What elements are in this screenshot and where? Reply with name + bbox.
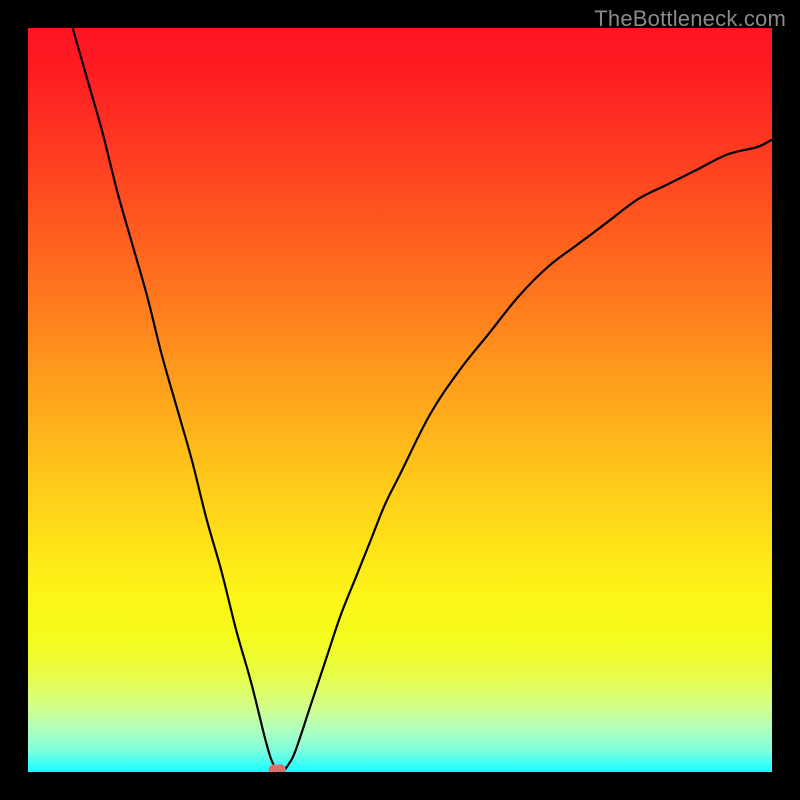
plot-area xyxy=(28,28,772,772)
watermark-text: TheBottleneck.com xyxy=(594,6,786,32)
bottleneck-curve xyxy=(73,28,772,772)
chart-stage: TheBottleneck.com xyxy=(0,0,800,800)
chart-svg xyxy=(28,28,772,772)
markers xyxy=(269,764,286,772)
